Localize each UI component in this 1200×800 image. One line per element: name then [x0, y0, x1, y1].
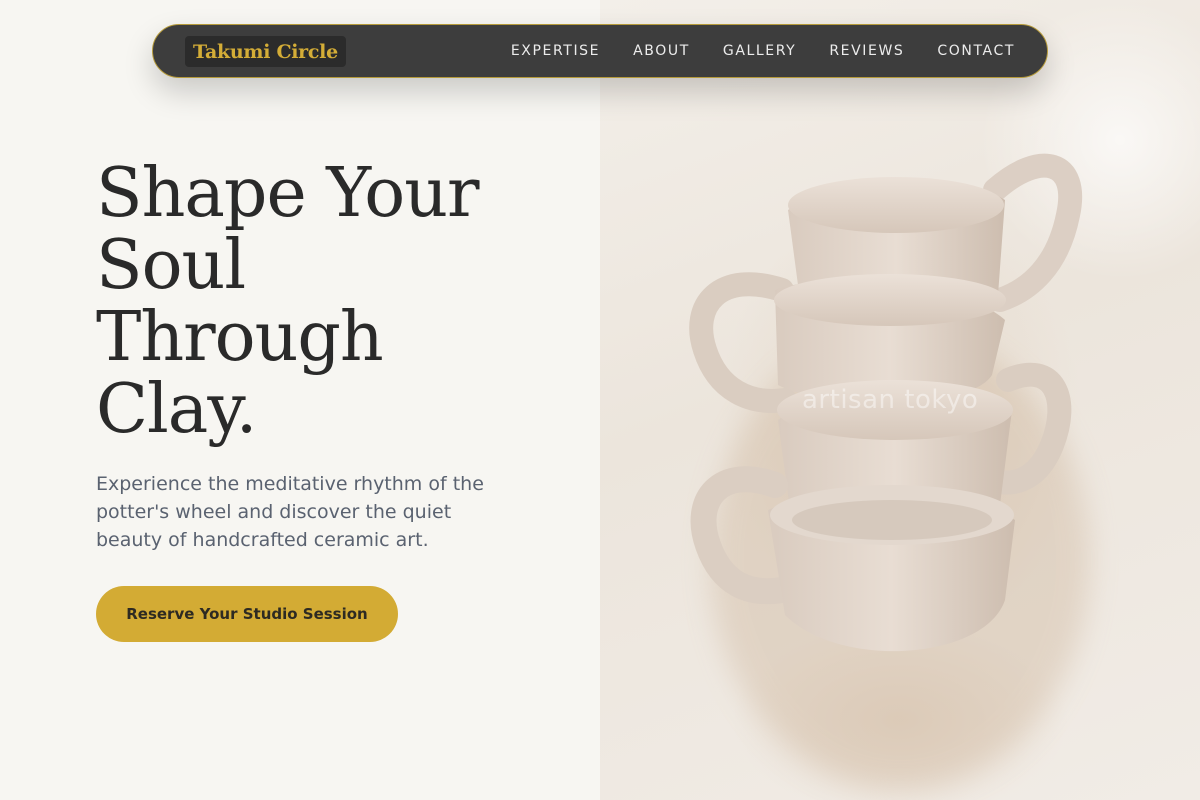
nav-link-reviews[interactable]: REVIEWS — [829, 43, 904, 59]
hero-title-line: Through — [96, 298, 384, 377]
hero-image: artisan tokyo — [600, 0, 1200, 800]
top-nav: Takumi Circle EXPERTISE ABOUT GALLERY RE… — [152, 24, 1048, 78]
nav-link-gallery[interactable]: GALLERY — [723, 43, 796, 59]
nav-links: EXPERTISE ABOUT GALLERY REVIEWS CONTACT — [511, 43, 1015, 59]
hero-title: Shape Your Soul Through Clay. — [96, 158, 536, 446]
nav-link-expertise[interactable]: EXPERTISE — [511, 43, 600, 59]
hero-title-line: Clay. — [96, 370, 257, 449]
nav-link-contact[interactable]: CONTACT — [937, 43, 1015, 59]
hero-title-line: Soul — [96, 226, 246, 305]
hero-subtitle: Experience the meditative rhythm of the … — [96, 473, 484, 551]
nav-link-about[interactable]: ABOUT — [633, 43, 690, 59]
reserve-session-button[interactable]: Reserve Your Studio Session — [96, 586, 398, 642]
brand-logo[interactable]: Takumi Circle — [185, 35, 346, 67]
hero-title-line: Shape Your — [96, 154, 480, 233]
image-watermark: artisan tokyo — [802, 385, 979, 415]
